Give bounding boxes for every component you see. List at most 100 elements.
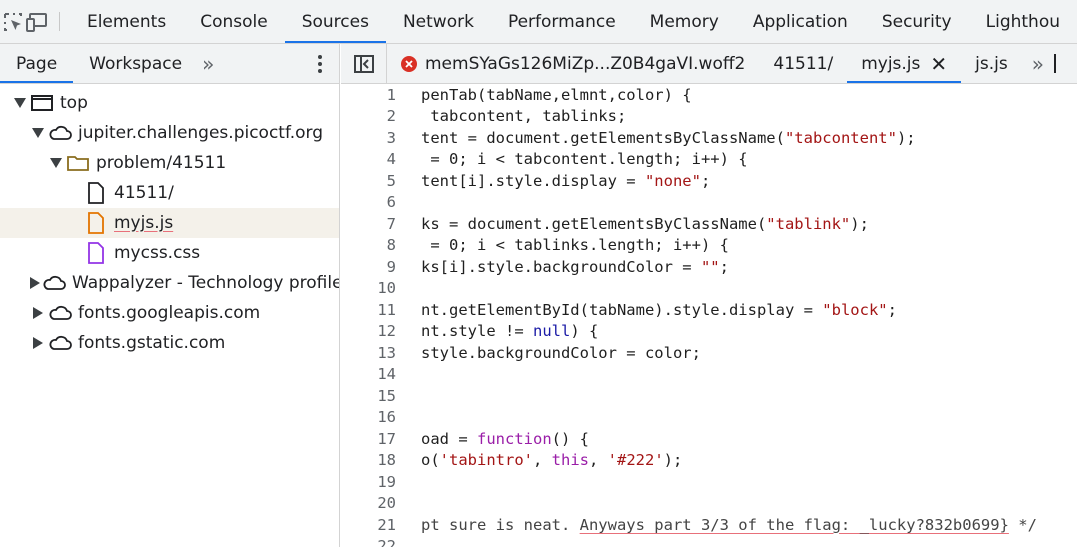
collapsed-caret-icon[interactable] [30, 275, 40, 291]
more-editor-tabs-icon[interactable]: » [1022, 44, 1054, 83]
code-line[interactable]: 1 penTab(tabName,elmnt,color) { [341, 84, 1077, 106]
error-icon [401, 55, 417, 72]
line-number: 7 [386, 214, 396, 233]
tree-item-domain[interactable]: fonts.googleapis.com [0, 298, 339, 328]
javascript-file-icon [84, 212, 108, 234]
editor-tab-font[interactable]: memSYaGs126MiZp...Z0B4gaVI.woff2 [387, 44, 759, 83]
code-text: pt sure is neat. Anyways part 3/3 of the… [421, 516, 1037, 534]
code-line[interactable]: 8 = 0; i < tablinks.length; i++) { [341, 235, 1077, 257]
expanded-caret-icon[interactable] [12, 95, 28, 111]
code-token: ; [887, 300, 897, 319]
line-number: 16 [377, 408, 396, 427]
more-tabs-icon[interactable]: » [198, 44, 218, 83]
tree-item-label: fonts.gstatic.com [78, 333, 226, 353]
tab-elements[interactable]: Elements [70, 0, 183, 43]
code-line[interactable]: 4 = 0; i < tabcontent.length; i++) { [341, 149, 1077, 171]
string-literal: "tablink" [766, 214, 851, 233]
code-text: nt.style != null) { [421, 322, 598, 340]
tab-console[interactable]: Console [183, 0, 285, 43]
tab-sources[interactable]: Sources [284, 0, 387, 43]
string-literal: "tabcontent" [784, 128, 897, 147]
tree-item-file[interactable]: mycss.css [0, 238, 339, 268]
close-tab-icon[interactable]: ✕ [930, 52, 947, 76]
line-number: 17 [377, 429, 396, 448]
code-line[interactable]: 2 tabcontent, tablinks; [341, 106, 1077, 128]
code-line[interactable]: 21 pt sure is neat. Anyways part 3/3 of t… [341, 514, 1077, 536]
expanded-caret-icon[interactable] [48, 155, 64, 171]
inspect-element-icon[interactable] [0, 0, 25, 43]
code-line[interactable]: 5 tent[i].style.display = "none"; [341, 170, 1077, 192]
string-literal: "none" [644, 171, 701, 190]
expanded-caret-icon[interactable] [30, 125, 46, 141]
code-line[interactable]: 12 nt.style != null) { [341, 321, 1077, 343]
tree-item-extension[interactable]: Wappalyzer - Technology profiler [0, 268, 339, 298]
line-number: 18 [377, 451, 396, 470]
tab-security[interactable]: Security [865, 0, 969, 43]
tab-performance[interactable]: Performance [491, 0, 633, 43]
toolbar-divider [59, 12, 60, 31]
tab-network[interactable]: Network [386, 0, 491, 43]
tree-item-top[interactable]: top [0, 88, 339, 118]
editor-tab-label: 41511/ [773, 53, 834, 74]
code-comment: */ [1008, 515, 1037, 534]
code-token: oad = [421, 429, 477, 448]
collapsed-caret-icon[interactable] [30, 335, 46, 351]
code-line[interactable]: 19 [341, 471, 1077, 493]
code-line[interactable]: 20 [341, 493, 1077, 515]
debugger-toggle-icon[interactable] [1053, 54, 1064, 73]
editor-tab-page[interactable]: 41511/ [759, 44, 847, 83]
code-line[interactable]: 6 [341, 192, 1077, 214]
code-editor[interactable]: 1 penTab(tabName,elmnt,color) {2 tabconte… [341, 84, 1077, 547]
device-toolbar-icon[interactable] [25, 0, 51, 43]
code-line[interactable]: 14 [341, 364, 1077, 386]
tab-workspace[interactable]: Workspace [73, 44, 198, 83]
code-token: ) { [570, 322, 599, 341]
code-token: style.backgroundColor = color; [421, 343, 701, 362]
collapsed-caret-icon[interactable] [30, 305, 46, 321]
code-token: penTab(tabName,elmnt,color) { [421, 85, 692, 104]
code-line[interactable]: 11 nt.getElementById(tabName).style.displ… [341, 299, 1077, 321]
tab-page[interactable]: Page [0, 44, 74, 83]
editor-tab-label: memSYaGs126MiZp...Z0B4gaVI.woff2 [425, 53, 746, 74]
tree-item-file-selected[interactable]: myjs.js [0, 208, 339, 238]
editor-tab-js[interactable]: js.js [961, 44, 1022, 83]
line-number: 11 [377, 300, 396, 319]
tab-application[interactable]: Application [736, 0, 865, 43]
code-token: ); [663, 451, 683, 470]
tree-item-domain[interactable]: jupiter.challenges.picoctf.org [0, 118, 339, 148]
keyword: function [477, 429, 552, 448]
code-token: nt.style != [421, 322, 533, 341]
code-token: ); [850, 214, 869, 233]
code-text: o('tabintro', this, '#222'); [421, 451, 682, 469]
tab-lighthouse[interactable]: Lighthou [969, 0, 1077, 43]
tree-item-folder[interactable]: problem/41511 [0, 148, 339, 178]
code-token: , [589, 451, 608, 470]
code-line[interactable]: 15 [341, 385, 1077, 407]
tree-item-domain[interactable]: fonts.gstatic.com [0, 328, 339, 358]
tree-item-file[interactable]: 41511/ [0, 178, 339, 208]
code-line[interactable]: 16 [341, 407, 1077, 429]
line-number: 20 [377, 494, 396, 513]
code-line[interactable]: 7 ks = document.getElementsByClassName("t… [341, 213, 1077, 235]
line-number: 9 [386, 257, 396, 276]
line-number: 15 [377, 386, 396, 405]
devtools-main-tabbar: Elements Console Sources Network Perform… [0, 0, 1077, 44]
tab-memory[interactable]: Memory [633, 0, 736, 43]
code-line[interactable]: 3 tent = document.getElementsByClassName(… [341, 127, 1077, 149]
kebab-menu-icon[interactable] [317, 44, 323, 84]
code-text: oad = function() { [421, 430, 589, 448]
toggle-navigator-icon[interactable] [341, 44, 387, 83]
code-line[interactable]: 13 style.backgroundColor = color; [341, 342, 1077, 364]
line-number: 2 [386, 107, 396, 126]
editor-tab-myjs[interactable]: myjs.js ✕ [847, 44, 962, 83]
tree-item-label: 41511/ [114, 183, 174, 203]
tree-item-label: myjs.js [114, 213, 174, 233]
line-number: 14 [377, 365, 396, 384]
code-line[interactable]: 17 oad = function() { [341, 428, 1077, 450]
code-line[interactable]: 18 o('tabintro', this, '#222'); [341, 450, 1077, 472]
line-number: 22 [377, 537, 396, 547]
code-line[interactable]: 9 ks[i].style.backgroundColor = ""; [341, 256, 1077, 278]
line-number: 3 [386, 128, 396, 147]
code-line[interactable]: 22 [341, 536, 1077, 547]
code-line[interactable]: 10 [341, 278, 1077, 300]
